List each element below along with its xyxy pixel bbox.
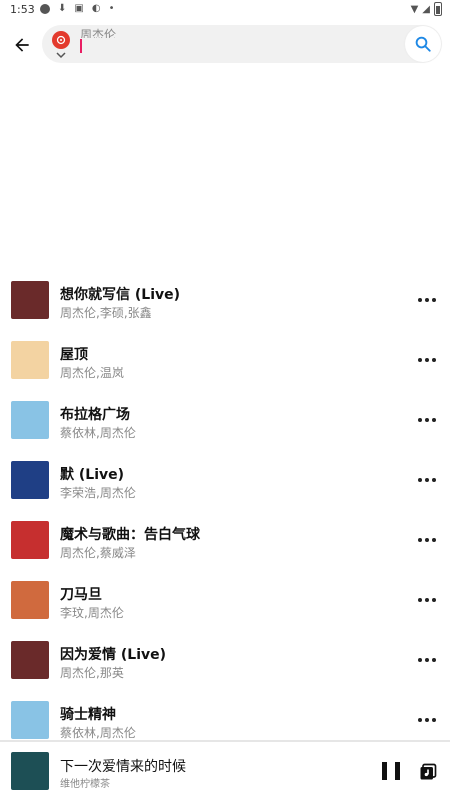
signal-icon: ◢ [422, 3, 430, 15]
small-dot-icon: • [108, 3, 115, 14]
search-bar[interactable]: 周杰伦 [42, 25, 442, 63]
more-options-button[interactable] [418, 710, 436, 730]
more-dot-icon [432, 538, 436, 542]
more-dot-icon [432, 358, 436, 362]
more-dot-icon [418, 358, 422, 362]
pause-bar-icon [395, 762, 400, 780]
arrow-left-icon [15, 38, 29, 52]
back-button[interactable] [8, 28, 36, 62]
mini-player[interactable]: 下一次爱情来的时候 维他柠檬茶 [0, 740, 450, 802]
search-header: 周杰伦 [0, 22, 450, 68]
wifi-icon: ▼ [410, 3, 419, 15]
song-row[interactable]: 屋顶 周杰伦,温岚 [0, 330, 450, 390]
search-icon [415, 36, 431, 52]
more-options-button[interactable] [418, 290, 436, 310]
album-cover [11, 521, 49, 559]
song-title: 骑士精神 [60, 707, 116, 723]
now-playing-cover [11, 752, 49, 790]
song-title: 想你就写信 (Live) [60, 287, 181, 303]
song-row[interactable]: 因为爱情 (Live) 周杰伦,那英 [0, 630, 450, 690]
more-dot-icon [432, 598, 436, 602]
album-cover [11, 401, 49, 439]
song-artist: 蔡依林,周杰伦 [60, 726, 136, 740]
song-row[interactable]: 默 (Live) 李荣浩,周杰伦 [0, 450, 450, 510]
more-dot-icon [418, 298, 422, 302]
more-options-button[interactable] [418, 590, 436, 610]
more-options-button[interactable] [418, 410, 436, 430]
more-dot-icon [425, 358, 429, 362]
more-dot-icon [418, 538, 422, 542]
text-caret [80, 39, 82, 53]
more-dot-icon [418, 478, 422, 482]
song-artist: 周杰伦,那英 [60, 666, 124, 680]
status-bar: 1:53 ⬇ ▣ ◐ • ▼ ◢ [0, 0, 450, 20]
song-artist: 李玟,周杰伦 [60, 606, 124, 620]
more-dot-icon [425, 478, 429, 482]
more-dot-icon [432, 658, 436, 662]
album-cover [11, 281, 49, 319]
more-dot-icon [418, 718, 422, 722]
song-artist: 周杰伦,李硕,张鑫 [60, 306, 152, 320]
more-options-button[interactable] [418, 530, 436, 550]
battery-icon [434, 2, 442, 16]
more-options-button[interactable] [418, 650, 436, 670]
music-logo-icon [56, 35, 66, 45]
search-query-text: 周杰伦 [80, 28, 117, 38]
song-title: 刀马旦 [60, 587, 102, 603]
song-artist: 周杰伦,温岚 [60, 366, 124, 380]
song-row[interactable]: 刀马旦 李玟,周杰伦 [0, 570, 450, 630]
album-cover [11, 581, 49, 619]
more-dot-icon [425, 598, 429, 602]
notification-icon [40, 3, 50, 14]
pause-button[interactable] [382, 762, 400, 780]
song-artist: 李荣浩,周杰伦 [60, 486, 136, 500]
song-title: 魔术与歌曲：告白气球 [60, 527, 200, 543]
search-button[interactable] [405, 26, 441, 62]
app-icon: ▣ [74, 3, 84, 14]
song-title: 因为爱情 (Live) [60, 647, 167, 663]
more-dot-icon [418, 658, 422, 662]
more-dot-icon [418, 418, 422, 422]
more-options-button[interactable] [418, 350, 436, 370]
song-title: 布拉格广场 [60, 407, 130, 423]
more-dot-icon [425, 658, 429, 662]
playlist-icon[interactable] [418, 762, 438, 782]
more-dot-icon [432, 298, 436, 302]
pause-bar-icon [382, 762, 387, 780]
now-playing-title: 下一次爱情来的时候 [60, 759, 186, 775]
song-title: 屋顶 [60, 347, 88, 363]
song-row[interactable]: 布拉格广场 蔡依林,周杰伦 [0, 390, 450, 450]
more-dot-icon [425, 418, 429, 422]
more-dot-icon [425, 718, 429, 722]
more-dot-icon [418, 598, 422, 602]
album-cover [11, 341, 49, 379]
download-icon: ⬇ [58, 3, 67, 14]
album-cover [11, 461, 49, 499]
album-cover [11, 701, 49, 739]
more-dot-icon [432, 418, 436, 422]
song-row[interactable]: 魔术与歌曲：告白气球 周杰伦,蔡威泽 [0, 510, 450, 570]
song-artist: 周杰伦,蔡威泽 [60, 546, 136, 560]
chevron-down-icon[interactable] [56, 51, 66, 59]
status-right-icons: ▼ ◢ [411, 2, 442, 16]
netease-music-icon[interactable] [52, 31, 70, 49]
game-icon: ◐ [91, 3, 101, 14]
status-left-icons: ⬇ ▣ ◐ • [40, 3, 114, 14]
album-cover [11, 641, 49, 679]
song-row[interactable]: 想你就写信 (Live) 周杰伦,李硕,张鑫 [0, 270, 450, 330]
more-dot-icon [432, 478, 436, 482]
status-time: 1:53 [10, 3, 35, 16]
more-dot-icon [425, 538, 429, 542]
now-playing-artist: 维他柠檬茶 [60, 779, 110, 790]
more-options-button[interactable] [418, 470, 436, 490]
song-artist: 蔡依林,周杰伦 [60, 426, 136, 440]
song-title: 默 (Live) [60, 467, 125, 483]
more-dot-icon [425, 298, 429, 302]
more-dot-icon [432, 718, 436, 722]
